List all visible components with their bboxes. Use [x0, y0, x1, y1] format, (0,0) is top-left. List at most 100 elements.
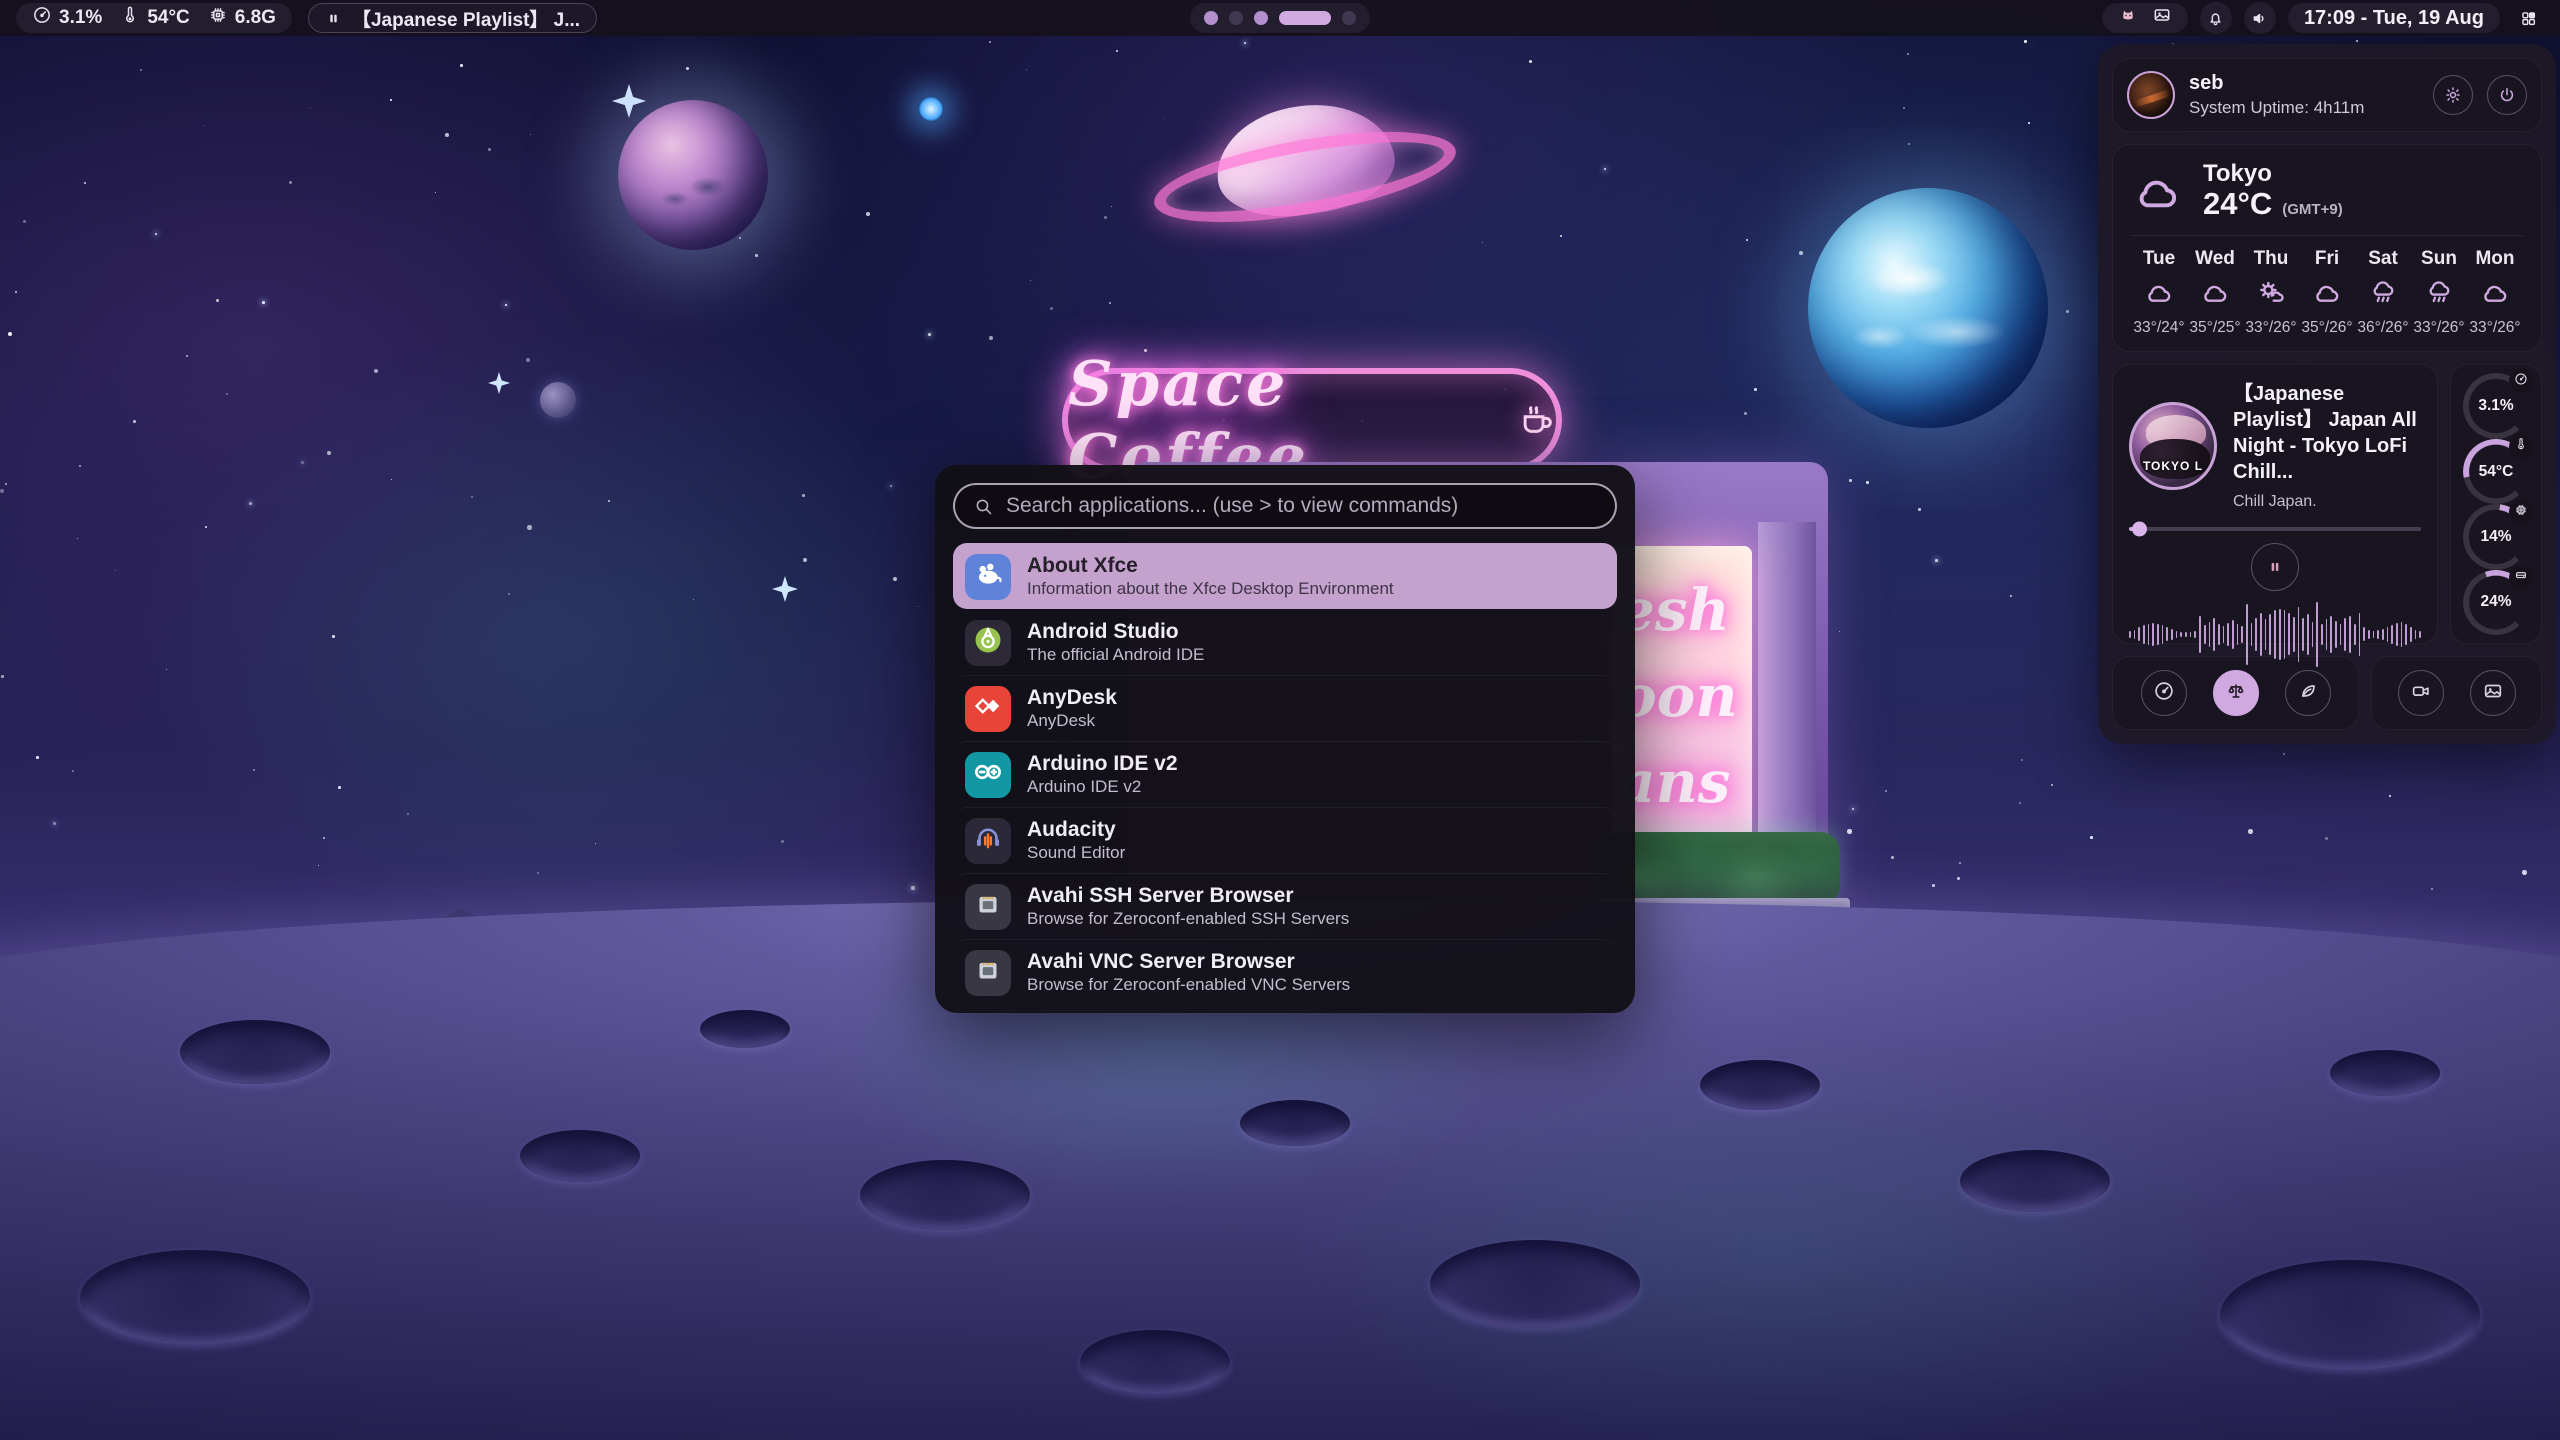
- forecast-day-name: Tue: [2143, 248, 2175, 270]
- forecast-day: Wed 35°/25°: [2187, 248, 2243, 337]
- play-pause-button[interactable]: [2251, 543, 2299, 591]
- clock[interactable]: 17:09 - Tue, 19 Aug: [2288, 3, 2500, 33]
- progress-thumb[interactable]: [2132, 522, 2147, 537]
- system-stat: 3.1%: [32, 5, 102, 31]
- audacity-icon: [971, 821, 1005, 860]
- media-progress[interactable]: [2129, 527, 2421, 531]
- workspace-dot[interactable]: [1254, 11, 1268, 25]
- now-playing-label: 【Japanese Playlist】 J...: [352, 5, 580, 32]
- xfce-icon: [971, 557, 1005, 596]
- planter-bushes: [1600, 832, 1840, 906]
- waveform-bar: [2359, 613, 2361, 656]
- album-art-text: TOKYO L: [2132, 459, 2214, 473]
- crater: [1080, 1330, 1230, 1394]
- waveform-bar: [2232, 620, 2234, 649]
- forecast-temps: 33°/26°: [2413, 319, 2464, 337]
- app-list-item[interactable]: Arduino IDE v2 Arduino IDE v2: [953, 741, 1617, 807]
- top-bar-right: 17:09 - Tue, 19 Aug: [2102, 2, 2544, 34]
- waveform-bar: [2288, 613, 2290, 655]
- forecast-temps: 33°/24°: [2133, 319, 2184, 337]
- waveform-bar: [2307, 614, 2309, 655]
- forecast-day: Fri 35°/26°: [2299, 248, 2355, 337]
- waveform-bar: [2321, 624, 2323, 645]
- user-name: seb: [2189, 72, 2419, 95]
- stat-value: 6.8G: [235, 7, 276, 29]
- gauge-icon: [2153, 680, 2175, 707]
- waveform-bar: [2171, 629, 2173, 640]
- app-description: Arduino IDE v2: [1027, 776, 1178, 797]
- waveform-bar: [2246, 604, 2248, 666]
- app-list-item[interactable]: About Xfce Information about the Xfce De…: [953, 543, 1617, 609]
- app-list-item[interactable]: Android Studio The official Android IDE: [953, 609, 1617, 675]
- crater: [80, 1250, 310, 1345]
- app-list-item[interactable]: AnyDesk AnyDesk: [953, 675, 1617, 741]
- app-list-item[interactable]: Audacity Sound Editor: [953, 807, 1617, 873]
- waveform-bar: [2269, 614, 2271, 655]
- avatar[interactable]: [2127, 71, 2175, 119]
- app-description: Browse for Zeroconf-enabled SSH Servers: [1027, 908, 1349, 929]
- waveform-bar: [2373, 631, 2375, 637]
- rain-icon: [2367, 278, 2399, 311]
- crater: [180, 1020, 330, 1084]
- app-name: Android Studio: [1027, 619, 1204, 644]
- quick-toggle-button[interactable]: [2141, 670, 2187, 716]
- launcher-search[interactable]: [953, 483, 1617, 529]
- pause-icon: [325, 10, 342, 27]
- waveform-bar: [2227, 623, 2229, 647]
- system-stat: 54°C: [120, 5, 189, 31]
- gauge-badge: [2509, 435, 2533, 459]
- cloud-icon: [2479, 278, 2511, 311]
- gauge-icon: [32, 5, 52, 31]
- earth-planet: [1808, 188, 2048, 428]
- progress-track[interactable]: [2129, 527, 2421, 531]
- waveform-bar: [2199, 616, 2201, 652]
- now-playing-pill[interactable]: 【Japanese Playlist】 J...: [308, 3, 597, 33]
- crater: [1240, 1100, 1350, 1146]
- app-list-item[interactable]: Avahi VNC Server Browser Browse for Zero…: [953, 939, 1617, 1005]
- waveform-bar: [2251, 623, 2253, 647]
- waveform-bar: [2180, 632, 2182, 638]
- waveform-bar: [2391, 625, 2393, 645]
- power-button[interactable]: [2487, 75, 2527, 115]
- notifications-button[interactable]: [2200, 2, 2232, 34]
- media-title: 【Japanese Playlist】 Japan All Night - To…: [2233, 381, 2421, 485]
- tray-item[interactable]: [2118, 5, 2138, 31]
- quick-toggle-button[interactable]: [2285, 670, 2331, 716]
- forecast-day-name: Sat: [2368, 248, 2398, 270]
- leaf-icon: [2297, 680, 2319, 707]
- control-panel: seb System Uptime: 4h11m Tokyo 24°C (GMT…: [2098, 44, 2556, 744]
- image-icon: [2152, 5, 2172, 31]
- overview-button[interactable]: [2512, 2, 2544, 34]
- gauge-badge: [2509, 500, 2533, 524]
- app-list-item[interactable]: Avahi SSH Server Browser Browse for Zero…: [953, 873, 1617, 939]
- tray-group: [2102, 3, 2188, 33]
- weather-header: Tokyo 24°C (GMT+9): [2131, 161, 2523, 221]
- workspace-dot[interactable]: [1229, 11, 1243, 25]
- arduino-icon: [971, 755, 1005, 794]
- workspace-dot[interactable]: [1342, 11, 1356, 25]
- tray-item[interactable]: [2152, 5, 2172, 31]
- workspace-dot[interactable]: [1279, 11, 1331, 25]
- thermometer-icon: [120, 5, 140, 31]
- crater: [2330, 1050, 2440, 1096]
- cloud-icon: [2143, 278, 2175, 311]
- album-art[interactable]: TOKYO L: [2129, 402, 2217, 490]
- pause-icon: [2266, 558, 2284, 576]
- quick-action-button[interactable]: [2398, 670, 2444, 716]
- search-input[interactable]: [1006, 494, 1597, 518]
- quick-toggle-button[interactable]: [2213, 670, 2259, 716]
- waveform-bar: [2349, 616, 2351, 654]
- waveform-bar: [2419, 631, 2421, 637]
- quick-action-button[interactable]: [2470, 670, 2516, 716]
- waveform-bar: [2396, 623, 2398, 647]
- volume-button[interactable]: [2244, 2, 2276, 34]
- image-icon: [2482, 680, 2504, 707]
- waveform-bar: [2129, 631, 2131, 638]
- app-name: AnyDesk: [1027, 685, 1117, 710]
- settings-button[interactable]: [2433, 75, 2473, 115]
- waveform-bar: [2302, 618, 2304, 650]
- crater: [2220, 1260, 2480, 1370]
- workspace-dot[interactable]: [1204, 11, 1218, 25]
- search-icon: [973, 496, 994, 517]
- waveform-bar: [2190, 632, 2192, 638]
